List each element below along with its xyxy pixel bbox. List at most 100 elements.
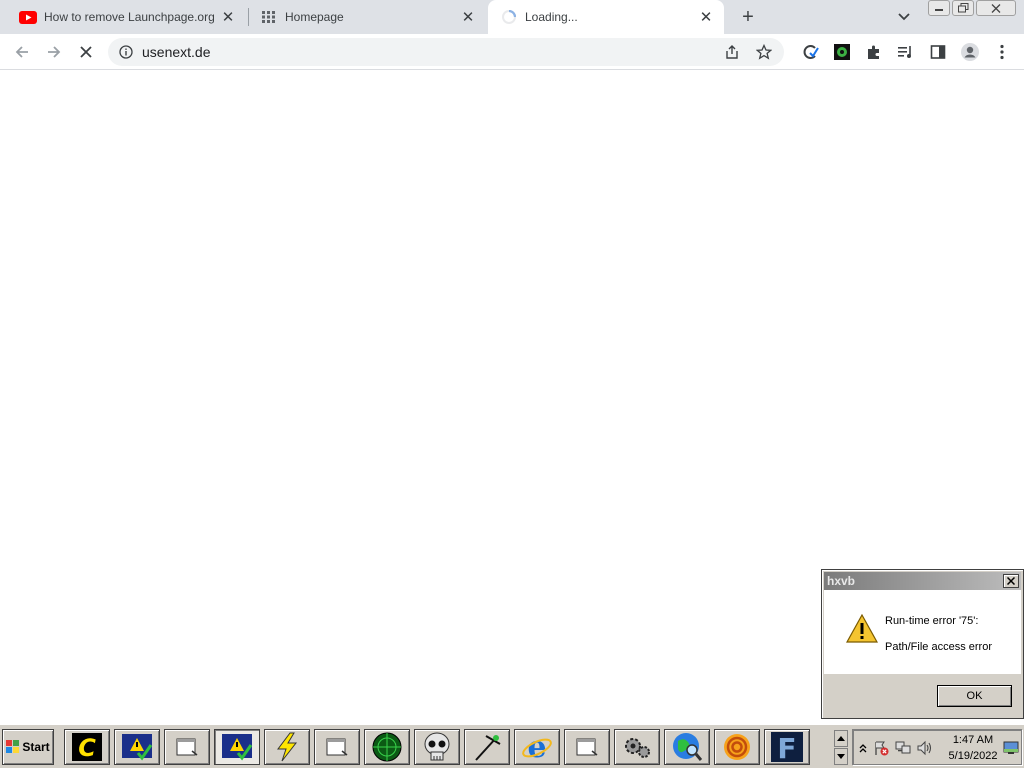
stop-loading-button[interactable] (74, 40, 98, 64)
taskbar-app-window-3[interactable] (564, 729, 610, 765)
taskbar-scroll-up[interactable] (834, 730, 848, 747)
arrow-down-icon (837, 754, 845, 759)
error-dialog: hxvb Run-time error '75': Path/File acce… (821, 569, 1024, 719)
window-icon (176, 738, 198, 756)
tab-title: How to remove Launchpage.org (Chrome) (44, 10, 214, 24)
taskbar: Start C e F 1:47 AM 5/19/2022 (0, 724, 1024, 768)
error-message-detail: Path/File access error (885, 641, 992, 653)
clock-time[interactable]: 1:47 AM (945, 734, 1001, 746)
error-message-title: Run-time error '75': (885, 615, 979, 627)
volume-icon[interactable] (917, 740, 933, 756)
close-icon[interactable]: ✕ (220, 9, 236, 26)
url-text: usenext.de (142, 44, 211, 60)
profile-avatar-icon[interactable] (958, 40, 982, 64)
tab-youtube[interactable]: How to remove Launchpage.org (Chrome) ✕ (0, 0, 246, 34)
internet-explorer-icon: e (522, 732, 552, 762)
radar-icon (372, 732, 402, 762)
window-controls (928, 0, 1016, 16)
globe-search-icon (673, 733, 702, 761)
tab-title: Loading... (525, 10, 578, 24)
svg-text:C: C (78, 734, 96, 761)
restore-icon (957, 3, 968, 13)
tab-search-button[interactable] (894, 8, 914, 26)
svg-text:F: F (777, 732, 796, 762)
arrow-left-icon (15, 46, 28, 58)
extensions-puzzle-icon[interactable] (862, 40, 886, 64)
taskbar-app-globe-search[interactable] (664, 729, 710, 765)
tab-loading[interactable]: Loading... ✕ (488, 0, 724, 34)
taskbar-app-c[interactable]: C (64, 729, 110, 765)
media-control-icon[interactable] (894, 40, 918, 64)
gears-icon (625, 738, 650, 758)
tab-title: Homepage (285, 10, 344, 24)
recycle-extension-icon[interactable] (830, 40, 854, 64)
minimize-icon (935, 9, 943, 11)
window-icon (576, 738, 598, 756)
taskbar-app-radar[interactable] (364, 729, 410, 765)
chevron-down-icon (898, 13, 910, 21)
tab-homepage[interactable]: Homepage ✕ (250, 0, 486, 34)
taskbar-app-internet-explorer[interactable]: e (514, 729, 560, 765)
clock-date[interactable]: 5/19/2022 (945, 750, 1001, 762)
taskbar-app-window-2[interactable] (314, 729, 360, 765)
arrow-right-icon (48, 46, 61, 58)
window-icon (326, 738, 348, 756)
taskbar-app-antenna[interactable] (464, 729, 510, 765)
restore-button[interactable] (952, 0, 974, 16)
tab-strip: How to remove Launchpage.org (Chrome) ✕ … (0, 0, 1024, 34)
c-logo-icon: C (72, 733, 102, 761)
dialog-body: Run-time error '75': Path/File access er… (824, 590, 1021, 674)
minimize-button[interactable] (928, 0, 950, 16)
taskbar-scroll-down[interactable] (834, 748, 848, 765)
lightning-icon (277, 732, 298, 762)
dialog-titlebar[interactable]: hxvb (824, 572, 1021, 590)
back-button[interactable] (10, 40, 34, 64)
taskbar-app-f[interactable]: F (764, 729, 810, 765)
arrow-up-icon (837, 736, 845, 741)
antenna-icon (475, 735, 501, 761)
close-icon (991, 3, 1001, 13)
taskbar-app-skull[interactable] (414, 729, 460, 765)
taskbar-app-window-1[interactable] (164, 729, 210, 765)
skull-icon (424, 732, 450, 761)
forward-button[interactable] (42, 40, 66, 64)
side-panel-icon[interactable] (926, 40, 950, 64)
dialog-close-button[interactable] (1003, 574, 1019, 588)
taskbar-app-spiral[interactable] (714, 729, 760, 765)
bookmark-star-icon[interactable] (752, 40, 776, 64)
browser-toolbar: usenext.de (0, 34, 1024, 70)
system-tray: 1:47 AM 5/19/2022 (852, 729, 1022, 765)
close-icon[interactable]: ✕ (460, 9, 476, 26)
monitor-warning-icon (122, 734, 153, 761)
dialog-title: hxvb (827, 574, 856, 588)
youtube-icon (19, 8, 37, 26)
info-icon[interactable] (118, 44, 134, 60)
grid-icon (260, 8, 278, 26)
show-desktop-icon[interactable] (1003, 740, 1019, 756)
monitor-warning-icon (222, 734, 253, 761)
address-bar[interactable]: usenext.de (108, 38, 784, 66)
warning-icon (846, 614, 878, 643)
close-icon (1006, 576, 1016, 586)
tray-expand-chevron-icon[interactable] (855, 740, 871, 756)
ok-button[interactable]: OK (937, 685, 1012, 707)
network-icon[interactable] (895, 740, 911, 756)
new-tab-button[interactable]: + (736, 6, 760, 28)
grammarly-extension-icon[interactable] (798, 40, 822, 64)
taskbar-app-lightning[interactable] (264, 729, 310, 765)
loading-spinner-icon (500, 8, 518, 26)
start-button[interactable]: Start (2, 729, 54, 765)
start-label: Start (22, 740, 50, 754)
taskbar-app-security-alert[interactable] (114, 729, 160, 765)
kebab-menu-icon[interactable] (990, 40, 1014, 64)
close-icon (80, 46, 92, 58)
window-close-button[interactable] (976, 0, 1016, 16)
svg-text:e: e (527, 732, 546, 762)
tab-separator (248, 8, 249, 26)
taskbar-app-gears[interactable] (614, 729, 660, 765)
action-center-flag-icon[interactable] (873, 740, 889, 756)
taskbar-app-security-alert-2[interactable] (214, 729, 260, 765)
close-icon[interactable]: ✕ (698, 9, 714, 26)
share-icon[interactable] (720, 40, 744, 64)
windows-logo-icon (6, 740, 20, 753)
